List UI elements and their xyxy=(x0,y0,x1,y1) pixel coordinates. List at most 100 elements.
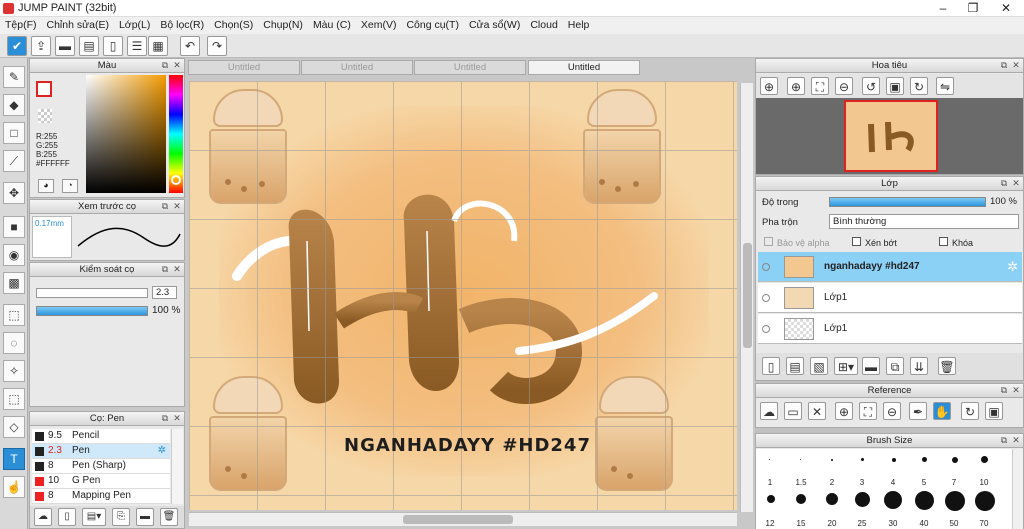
brush-item-mapping-pen[interactable]: 8 Mapping Pen xyxy=(32,489,170,504)
vertical-scrollbar[interactable] xyxy=(740,83,753,512)
list-icon[interactable]: ☰ xyxy=(127,36,147,56)
brush-size-dot[interactable] xyxy=(892,458,896,462)
lock-checkbox[interactable] xyxy=(939,237,948,246)
brush-item-pencil[interactable]: 9.5 Pencil xyxy=(32,429,170,444)
undock-icon[interactable]: ⧉ xyxy=(160,413,170,423)
drawing-canvas[interactable]: NGANHADAYY #HD247 xyxy=(189,81,737,510)
tab-untitled-1[interactable]: Untitled xyxy=(188,60,300,75)
close-panel-icon[interactable]: ✕ xyxy=(172,201,182,211)
reset-icon[interactable]: ▣ xyxy=(886,77,904,95)
brush-size-dot[interactable] xyxy=(826,493,838,505)
comment-icon[interactable]: ▬ xyxy=(55,36,75,56)
reset-view-icon[interactable]: ▣ xyxy=(985,402,1003,420)
brush-size-dot[interactable] xyxy=(945,491,965,511)
fill-rect-tool-icon[interactable]: ■ xyxy=(3,216,25,238)
merge-layer-icon[interactable]: ⇊ xyxy=(910,357,928,375)
bucket-tool-icon[interactable]: ◉ xyxy=(3,244,25,266)
brush-size-dot[interactable] xyxy=(922,457,927,462)
brush-list-scrollbar[interactable] xyxy=(171,429,183,504)
visibility-icon[interactable] xyxy=(762,325,770,333)
eyedropper-icon[interactable]: ✒ xyxy=(909,402,927,420)
horizontal-scrollbar[interactable] xyxy=(189,512,737,526)
saturation-value-picker[interactable] xyxy=(86,75,166,193)
rotate-icon[interactable]: ↻ xyxy=(961,402,979,420)
zoom-in-icon[interactable]: ⊕ xyxy=(760,77,778,95)
brush-size-dot[interactable] xyxy=(831,459,833,461)
brush-size-dot[interactable] xyxy=(975,491,995,511)
tab-untitled-2[interactable]: Untitled xyxy=(301,60,413,75)
brush-size-dot[interactable] xyxy=(915,491,934,510)
raster-layer-icon[interactable]: ▧ xyxy=(810,357,828,375)
close-panel-icon[interactable]: ✕ xyxy=(172,60,182,70)
cloud-check-icon[interactable]: ✔ xyxy=(7,36,27,56)
brush-tool-icon[interactable]: ✎ xyxy=(3,66,25,88)
menu-select[interactable]: Chọn(S) xyxy=(209,17,258,33)
zoom-plus-icon[interactable]: ⊕ xyxy=(787,77,805,95)
protect-alpha-checkbox[interactable] xyxy=(764,237,773,246)
cloud-icon[interactable]: ☁ xyxy=(760,402,778,420)
rectangle-tool-icon[interactable]: □ xyxy=(3,122,25,144)
brush-size-dot[interactable] xyxy=(981,456,988,463)
brush-size-dot[interactable] xyxy=(855,492,870,507)
layer-item[interactable]: Lớp1 xyxy=(758,314,1022,344)
zoom-out-icon[interactable]: ⊖ xyxy=(835,77,853,95)
menu-capture[interactable]: Chụp(N) xyxy=(258,17,308,33)
page-icon[interactable]: ▯ xyxy=(103,36,123,56)
menu-help[interactable]: Help xyxy=(563,17,595,33)
brush-item-pen-sharp[interactable]: 8 Pen (Sharp) xyxy=(32,459,170,474)
gradient-tool-icon[interactable]: ▩ xyxy=(3,272,25,294)
hue-slider-handle[interactable] xyxy=(171,175,181,185)
new-brush-icon[interactable]: ▯ xyxy=(58,508,76,526)
brush-size-dot[interactable] xyxy=(769,459,770,460)
brush-size-dot[interactable] xyxy=(952,457,958,463)
brush-size-grid[interactable]: 1 1.5 2 3 4 5 7 10 12 15 20 25 30 40 50 … xyxy=(756,449,1012,529)
brush-folder-icon[interactable]: ▬ xyxy=(136,508,154,526)
grid-icon[interactable]: ▦ xyxy=(148,36,168,56)
close-panel-icon[interactable]: ✕ xyxy=(1011,385,1021,395)
menu-cloud[interactable]: Cloud xyxy=(525,17,562,33)
close-button[interactable]: ✕ xyxy=(991,0,1021,17)
navigator-thumbnail[interactable] xyxy=(844,100,938,172)
blend-mode-select[interactable]: Bình thường xyxy=(829,214,1019,229)
opacity-slider[interactable] xyxy=(36,306,148,316)
undock-icon[interactable]: ⧉ xyxy=(999,60,1009,70)
duplicate-layer-icon[interactable]: ⧉ xyxy=(886,357,904,375)
brush-item-g-pen[interactable]: 10 G Pen xyxy=(32,474,170,489)
lasso-icon[interactable]: ◌ xyxy=(3,332,25,354)
undock-icon[interactable]: ⧉ xyxy=(160,201,170,211)
brush-size-dot[interactable] xyxy=(767,495,775,503)
menu-file[interactable]: Tệp(F) xyxy=(0,17,42,33)
hand-icon[interactable]: ✋ xyxy=(933,402,951,420)
tab-untitled-4[interactable]: Untitled xyxy=(528,60,640,75)
magic-wand-icon[interactable]: ✧ xyxy=(3,360,25,382)
add-layer-menu-icon[interactable]: ⊞▾ xyxy=(834,357,858,375)
clip-checkbox[interactable] xyxy=(852,237,861,246)
maximize-button[interactable]: ❐ xyxy=(958,0,988,17)
eraser-tool-icon[interactable]: ◆ xyxy=(3,94,25,116)
minimize-button[interactable]: – xyxy=(928,0,958,17)
brush-size-dot[interactable] xyxy=(884,491,902,509)
brush-item-pen[interactable]: 2.3 Pen ✲ xyxy=(32,444,170,459)
visibility-icon[interactable] xyxy=(762,294,770,302)
undock-icon[interactable]: ⧉ xyxy=(999,178,1009,188)
brush-size-scrollbar[interactable] xyxy=(1012,449,1023,529)
settings-gear-icon[interactable]: ✲ xyxy=(158,444,166,458)
transparent-swatch[interactable] xyxy=(38,109,52,123)
layer-opacity-slider[interactable] xyxy=(829,197,986,207)
select-pen-icon[interactable]: ⬚ xyxy=(3,388,25,410)
rotate-left-icon[interactable]: ↺ xyxy=(862,77,880,95)
close-panel-icon[interactable]: ✕ xyxy=(1011,60,1021,70)
close-panel-icon[interactable]: ✕ xyxy=(172,264,182,274)
size-slider[interactable] xyxy=(36,288,148,298)
layer-item[interactable]: nganhadayy #hd247 ✲ xyxy=(758,252,1022,282)
navigator-viewport[interactable] xyxy=(756,98,1023,174)
brush-size-dot[interactable] xyxy=(796,494,806,504)
redo-icon[interactable]: ↷ xyxy=(207,36,227,56)
layer-item[interactable]: Lớp1 xyxy=(758,283,1022,313)
zoom-in-icon[interactable]: ⊕ xyxy=(835,402,853,420)
message-icon[interactable]: ▤ xyxy=(79,36,99,56)
undock-icon[interactable]: ⧉ xyxy=(160,264,170,274)
brush-copy-icon[interactable]: ⎘ xyxy=(112,508,130,526)
primary-color-swatch[interactable] xyxy=(36,81,52,97)
rotate-right-icon[interactable]: ↻ xyxy=(910,77,928,95)
